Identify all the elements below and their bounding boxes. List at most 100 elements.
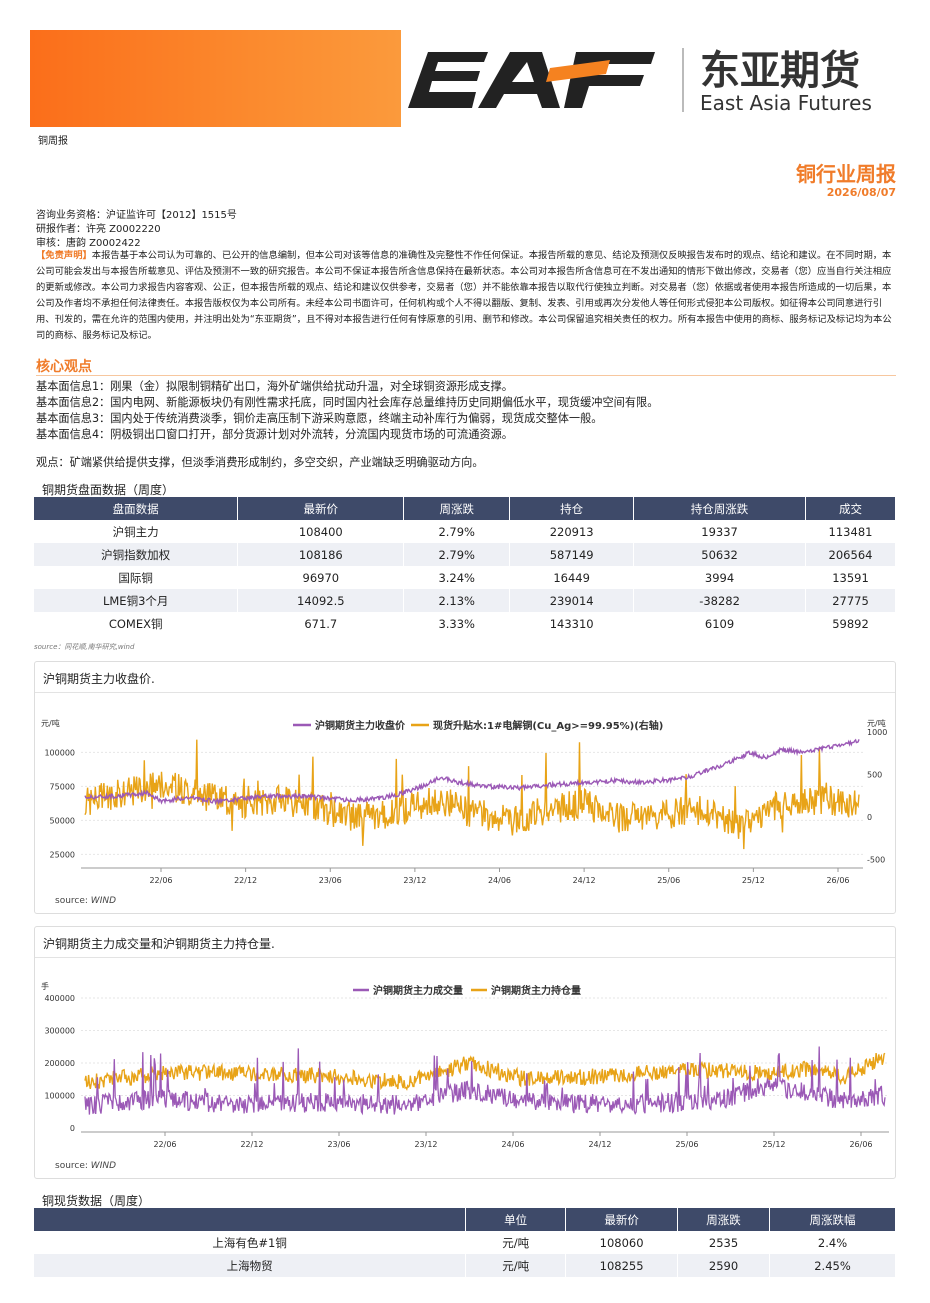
x-tick-label: 26/06 <box>826 876 849 885</box>
table-cell: 沪铜指数加权 <box>34 543 239 566</box>
source-label: source: <box>55 896 88 906</box>
x-tick-label: 23/06 <box>327 1140 350 1149</box>
table-cell: 2.4% <box>769 1231 896 1254</box>
table-cell: 59892 <box>805 612 896 635</box>
chart-price-card: 沪铜期货主力收盘价. 沪铜期货主力收盘价 现货升贴水:1#电解铜(Cu_Ag>=… <box>34 661 896 914</box>
info-line-1: 基本面信息1：刚果（金）拟限制铜精矿出口，海外矿端供给扰动升温，对全球铜资源形成… <box>36 380 513 393</box>
col-header <box>34 1208 467 1231</box>
spot-table-title: 铜现货数据（周度） <box>42 1194 151 1208</box>
x-tick-label: 24/12 <box>588 1140 611 1149</box>
chart1-title: 沪铜期货主力收盘价. <box>43 672 155 686</box>
futures-table: 盘面数据 最新价 周涨跌 持仓 持仓周涨跌 成交 沪铜主力 108400 2.79%… <box>34 497 896 635</box>
table-cell: 671.7 <box>237 612 405 635</box>
x-tick-label: 24/06 <box>488 876 511 885</box>
col-header: 最新价 <box>565 1208 679 1231</box>
source-name: WIND <box>90 896 117 906</box>
right-tick-label: 0 <box>867 813 872 822</box>
y-tick-label: 300000 <box>44 1027 75 1036</box>
axis-unit: 手 <box>41 981 49 991</box>
table-cell: 19337 <box>633 520 806 543</box>
right-tick-label: 500 <box>867 771 882 780</box>
x-tick-label: 25/12 <box>762 1140 785 1149</box>
disclaimer: 【免责声明】本报告基于本公司认为可靠的、已公开的信息编制，但本公司对该等信息的准… <box>36 248 896 344</box>
table-row: 国际铜 96970 3.24% 16449 3994 13591 <box>34 566 896 589</box>
doc-tag: 铜周报 <box>38 136 68 147</box>
table-cell: LME铜3个月 <box>34 589 239 612</box>
table-cell: 220913 <box>509 520 635 543</box>
chart2-title: 沪铜期货主力成交量和沪铜期货主力持仓量. <box>43 937 275 951</box>
report-date: 2026/08/07 <box>826 186 896 199</box>
table-cell: 3994 <box>633 566 806 589</box>
series-line-volume <box>84 1046 886 1116</box>
col-header: 持仓 <box>509 497 635 520</box>
table-cell: 587149 <box>509 543 635 566</box>
col-header: 最新价 <box>237 497 405 520</box>
x-tick-label: 22/12 <box>234 876 257 885</box>
x-tick-label: 25/12 <box>742 876 765 885</box>
table-cell: 108400 <box>237 520 405 543</box>
table-cell: -38282 <box>633 589 806 612</box>
author-line: 研报作者：许亮 Z0002220 <box>36 224 161 235</box>
right-tick-label: 1000 <box>867 728 887 737</box>
table-cell: 13591 <box>805 566 896 589</box>
y-tick-label: 200000 <box>44 1059 75 1068</box>
table-cell: 50632 <box>633 543 806 566</box>
table-cell: 108255 <box>565 1254 679 1277</box>
col-header: 周涨跌幅 <box>769 1208 896 1231</box>
chart-volume-card: 沪铜期货主力成交量和沪铜期货主力持仓量. 沪铜期货主力成交量 沪铜期货主力持仓量… <box>34 926 896 1179</box>
table-cell: 2535 <box>677 1231 771 1254</box>
right-tick-label: -500 <box>867 856 885 865</box>
col-header: 周涨跌 <box>677 1208 771 1231</box>
report-title: 铜行业周报 <box>796 162 896 186</box>
x-tick-label: 25/06 <box>675 1140 698 1149</box>
reviewer-line: 审核：唐韵 Z0002422 <box>36 238 141 249</box>
table-cell: 16449 <box>509 566 635 589</box>
x-tick-label: 24/12 <box>573 876 596 885</box>
chart1-source: source: WIND <box>55 896 116 906</box>
col-header: 成交 <box>805 497 896 520</box>
left-axis-unit: 元/吨 <box>41 718 60 728</box>
table-cell: 143310 <box>509 612 635 635</box>
table-cell: 上海有色#1铜 <box>34 1231 467 1254</box>
brand-cn: 东亚期货 <box>700 48 860 94</box>
legend-oi: 沪铜期货主力持仓量 <box>491 984 581 997</box>
table-cell: 239014 <box>509 589 635 612</box>
x-tick-label: 22/12 <box>240 1140 263 1149</box>
table-header-row: 盘面数据 最新价 周涨跌 持仓 持仓周涨跌 成交 <box>34 497 896 520</box>
info-line-2: 基本面信息2：国内电网、新能源板块仍有刚性需求托底，同时国内社会库存总量维持历史… <box>36 396 659 409</box>
table-cell: 6109 <box>633 612 806 635</box>
brand-en: East Asia Futures <box>700 91 872 115</box>
legend-basis: 现货升贴水:1#电解铜(Cu_Ag>=99.95%)(右轴) <box>433 719 663 732</box>
header-banner <box>30 30 401 127</box>
spot-table: 单位 最新价 周涨跌 周涨跌幅 上海有色#1铜 元/吨 108060 2535 2.4%… <box>34 1208 896 1277</box>
left-tick-label: 100000 <box>44 748 75 757</box>
left-tick-label: 50000 <box>50 816 75 825</box>
table-cell: 元/吨 <box>465 1254 567 1277</box>
chart-price: 沪铜期货主力收盘价 现货升贴水:1#电解铜(Cu_Ag>=99.95%)(右轴)… <box>41 718 887 885</box>
table-cell: 3.33% <box>403 612 511 635</box>
left-tick-label: 75000 <box>50 782 75 791</box>
eaf-logo-mark <box>408 52 655 108</box>
table-cell: 2.79% <box>403 543 511 566</box>
source-label: source: <box>55 1161 88 1171</box>
view-line: 观点：矿端紧供给提供支撑，但淡季消费形成制约，多空交织，产业端缺乏明确驱动方向。 <box>36 456 484 469</box>
table-cell: 2.45% <box>769 1254 896 1277</box>
table-cell: 108060 <box>565 1231 679 1254</box>
table-cell: 108186 <box>237 543 405 566</box>
table-row: 上海物贸 元/吨 108255 2590 2.45% <box>34 1254 896 1277</box>
table-source: source：同花顺,南华研究,wind <box>34 643 135 651</box>
y-tick-label: 400000 <box>44 994 75 1003</box>
left-tick-label: 25000 <box>50 850 75 859</box>
table-cell: 96970 <box>237 566 405 589</box>
table-cell: 3.24% <box>403 566 511 589</box>
futures-table-title: 铜期货盘面数据（周度） <box>42 483 175 497</box>
x-tick-label: 22/06 <box>149 876 172 885</box>
info-line-4: 基本面信息4：阴极铜出口窗口打开，部分货源计划对外流转，分流国内现货市场的可流通… <box>36 428 513 441</box>
col-header: 周涨跌 <box>403 497 511 520</box>
y-tick-label: 100000 <box>44 1092 75 1101</box>
table-cell: 206564 <box>805 543 896 566</box>
right-axis-unit: 元/吨 <box>867 718 886 728</box>
table-row: COMEX铜 671.7 3.33% 143310 6109 59892 <box>34 612 896 635</box>
table-cell: 2590 <box>677 1254 771 1277</box>
table-row: 沪铜指数加权 108186 2.79% 587149 50632 206564 <box>34 543 896 566</box>
